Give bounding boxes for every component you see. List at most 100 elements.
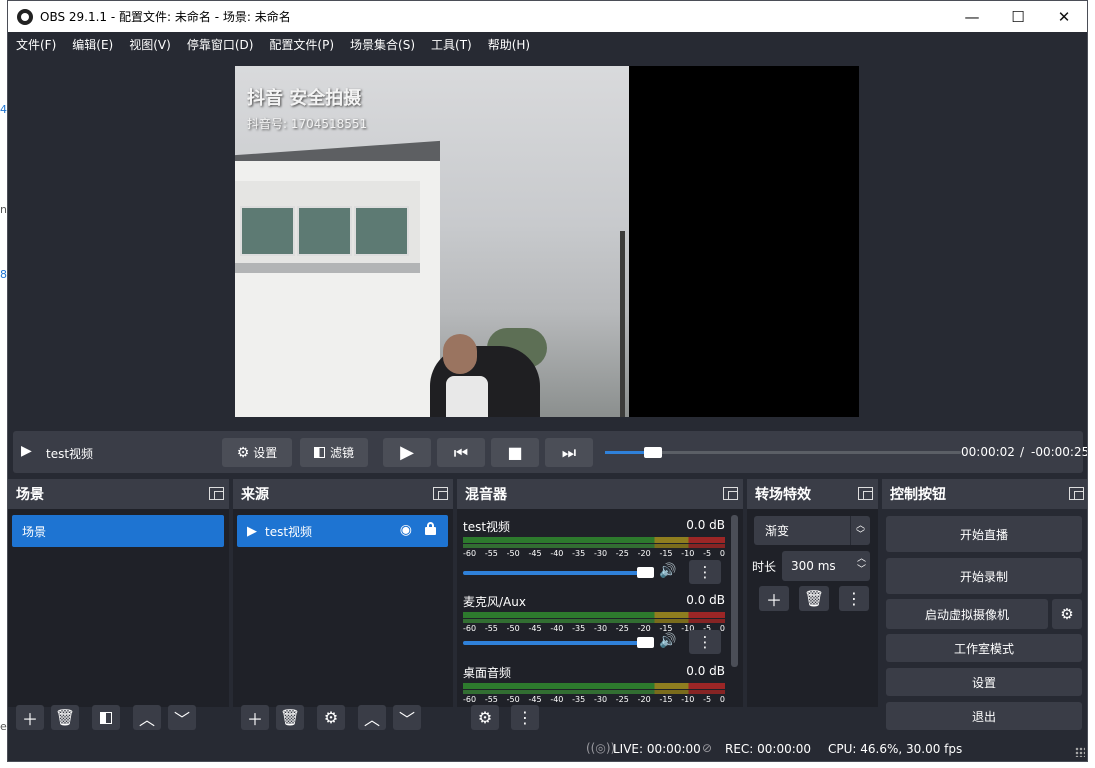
gear-icon: ⚙ <box>477 708 493 727</box>
person-shirt <box>446 376 488 417</box>
menu-edit[interactable]: 编辑(E) <box>72 36 113 53</box>
more-vertical-icon: ⋮ <box>517 708 533 727</box>
volume-meter <box>463 683 725 689</box>
menu-help[interactable]: 帮助(H) <box>488 36 530 53</box>
eye-icon[interactable]: ◉ <box>400 522 412 538</box>
start-recording-button[interactable]: 开始录制 <box>886 558 1082 594</box>
scene-item[interactable]: 场景 <box>12 515 224 547</box>
source-item[interactable]: ▶ test视频 ◉ <box>237 515 448 547</box>
scale-label: -45 <box>528 624 542 633</box>
source-settings-button[interactable]: ⚙ 设置 <box>222 438 292 467</box>
menu-file[interactable]: 文件(F) <box>16 36 56 53</box>
chevron-updown-icon: ︿ ﹀ <box>856 554 866 575</box>
mixer-track: test视频 0.0 dB -60 -55 -50 -45 -40 -35 -30 -25 -2… <box>463 518 725 590</box>
speaker-icon[interactable]: 🔊 <box>659 633 676 649</box>
menu-profile[interactable]: 配置文件(P) <box>269 36 334 53</box>
trash-icon: 🗑 <box>279 708 301 727</box>
trash-icon: 🗑 <box>803 589 825 608</box>
scale-label: -50 <box>506 624 520 633</box>
volume-thumb[interactable] <box>637 637 654 648</box>
more-vertical-icon: ⋮ <box>697 633 713 651</box>
scale-label: -25 <box>615 624 629 633</box>
add-source-button[interactable]: ＋ <box>241 705 269 730</box>
house-window <box>297 206 352 256</box>
volume-slider[interactable] <box>463 641 639 645</box>
preview-canvas[interactable]: 抖音 安全拍摄 抖音号: 1704518551 <box>235 66 859 417</box>
move-scene-down-button[interactable]: ﹀ <box>168 705 196 730</box>
duration-value: 300 ms <box>791 559 836 573</box>
undock-icon[interactable] <box>209 487 224 500</box>
menu-bar: 文件(F) 编辑(E) 视图(V) 停靠窗口(D) 配置文件(P) 场景集合(S… <box>8 32 1087 56</box>
volume-thumb[interactable] <box>637 567 654 578</box>
record-status: REC: 00:00:00 <box>725 742 812 756</box>
plus-icon: ＋ <box>246 709 263 729</box>
resize-grip-icon[interactable] <box>1075 747 1085 757</box>
mixer-menu-button[interactable]: ⋮ <box>511 705 539 730</box>
start-streaming-button[interactable]: 开始直播 <box>886 516 1082 552</box>
previous-button[interactable]: ⏮ <box>437 438 485 467</box>
transition-menu-button[interactable]: ⋮ <box>839 586 869 611</box>
watermark-id: 抖音号: 1704518551 <box>247 117 368 131</box>
track-menu-button[interactable]: ⋮ <box>689 630 721 654</box>
remove-scene-button[interactable]: 🗑 <box>51 705 79 730</box>
chevron-down-icon: ﹀ <box>173 709 190 729</box>
seek-progress <box>605 451 648 454</box>
speaker-icon[interactable]: 🔊 <box>659 563 676 579</box>
scale-label: -20 <box>637 695 651 704</box>
volume-slider[interactable] <box>463 571 639 575</box>
menu-tools[interactable]: 工具(T) <box>431 36 472 53</box>
remove-transition-button[interactable]: 🗑 <box>799 586 829 611</box>
add-scene-button[interactable]: ＋ <box>16 705 44 730</box>
scenes-header: 场景 <box>8 479 229 509</box>
next-button[interactable]: ⏭ <box>545 438 593 467</box>
minimize-button[interactable]: — <box>949 1 995 32</box>
virtual-camera-settings-button[interactable]: ⚙ <box>1052 599 1082 629</box>
menu-scene-collection[interactable]: 场景集合(S) <box>350 36 415 53</box>
menu-view[interactable]: 视图(V) <box>129 36 171 53</box>
start-virtual-camera-button[interactable]: 启动虚拟摄像机 <box>886 599 1048 629</box>
studio-mode-button[interactable]: 工作室模式 <box>886 634 1082 662</box>
track-name: 麦克风/Aux <box>463 595 526 609</box>
transition-select[interactable]: 渐变 ︿ ﹀ <box>754 516 870 545</box>
undock-icon[interactable] <box>723 487 738 500</box>
scene-filters-button[interactable] <box>92 705 120 730</box>
settings-button[interactable]: 设置 <box>886 668 1082 696</box>
mixer-dock: 混音器 test视频 0.0 dB -60 -55 -50 -45 -40 -35 -30-… <box>457 479 743 736</box>
play-button[interactable]: ▶ <box>383 438 431 467</box>
close-button[interactable]: ✕ <box>1041 1 1087 32</box>
mixer-scrollbar[interactable] <box>731 515 738 667</box>
plus-icon: ＋ <box>21 709 38 729</box>
seek-thumb[interactable] <box>643 447 662 458</box>
remove-source-button[interactable]: 🗑 <box>276 705 304 730</box>
undock-icon[interactable] <box>1069 487 1084 500</box>
undock-icon[interactable] <box>433 487 448 500</box>
meter-scale: -60 -55 -50 -45 -40 -35 -30 -25 -20 -15 -10 -5 0 <box>463 549 725 561</box>
desktop-fragment: 8 <box>0 268 7 281</box>
track-menu-button[interactable]: ⋮ <box>689 560 721 584</box>
undock-icon[interactable] <box>858 487 873 500</box>
add-transition-button[interactable]: ＋ <box>759 586 789 611</box>
seek-slider[interactable] <box>605 447 961 458</box>
desktop-fragment: e <box>0 720 7 733</box>
scale-label: -35 <box>572 695 586 704</box>
chevron-up-icon: ︿ <box>363 709 380 729</box>
duration-spinbox[interactable]: 300 ms ︿ ﹀ <box>782 551 870 581</box>
sources-dock: 来源 ▶ test视频 ◉ ＋ 🗑 ⚙ ︿ ﹀ <box>233 479 453 736</box>
track-name: test视频 <box>463 520 511 534</box>
source-properties-button[interactable]: ⚙ <box>317 705 345 730</box>
media-source-name: test视频 <box>46 447 94 461</box>
maximize-button[interactable]: ☐ <box>995 1 1041 32</box>
move-source-up-button[interactable]: ︿ <box>358 705 386 730</box>
exit-button[interactable]: 退出 <box>886 702 1082 730</box>
preview-area[interactable]: 抖音 安全拍摄 抖音号: 1704518551 <box>8 56 1087 426</box>
filters-button[interactable]: 滤镜 <box>300 438 368 467</box>
lock-icon[interactable] <box>425 522 436 535</box>
stop-button[interactable]: ■ <box>491 438 539 467</box>
scale-label: -50 <box>506 549 520 558</box>
utility-pole <box>620 231 625 417</box>
meter-scale: -60 -55 -50 -45 -40 -35 -30 -25 -20 -15 -10 -5 0 <box>463 695 725 707</box>
move-scene-up-button[interactable]: ︿ <box>133 705 161 730</box>
advanced-audio-button[interactable]: ⚙ <box>471 705 499 730</box>
menu-docks[interactable]: 停靠窗口(D) <box>187 36 254 53</box>
move-source-down-button[interactable]: ﹀ <box>393 705 421 730</box>
